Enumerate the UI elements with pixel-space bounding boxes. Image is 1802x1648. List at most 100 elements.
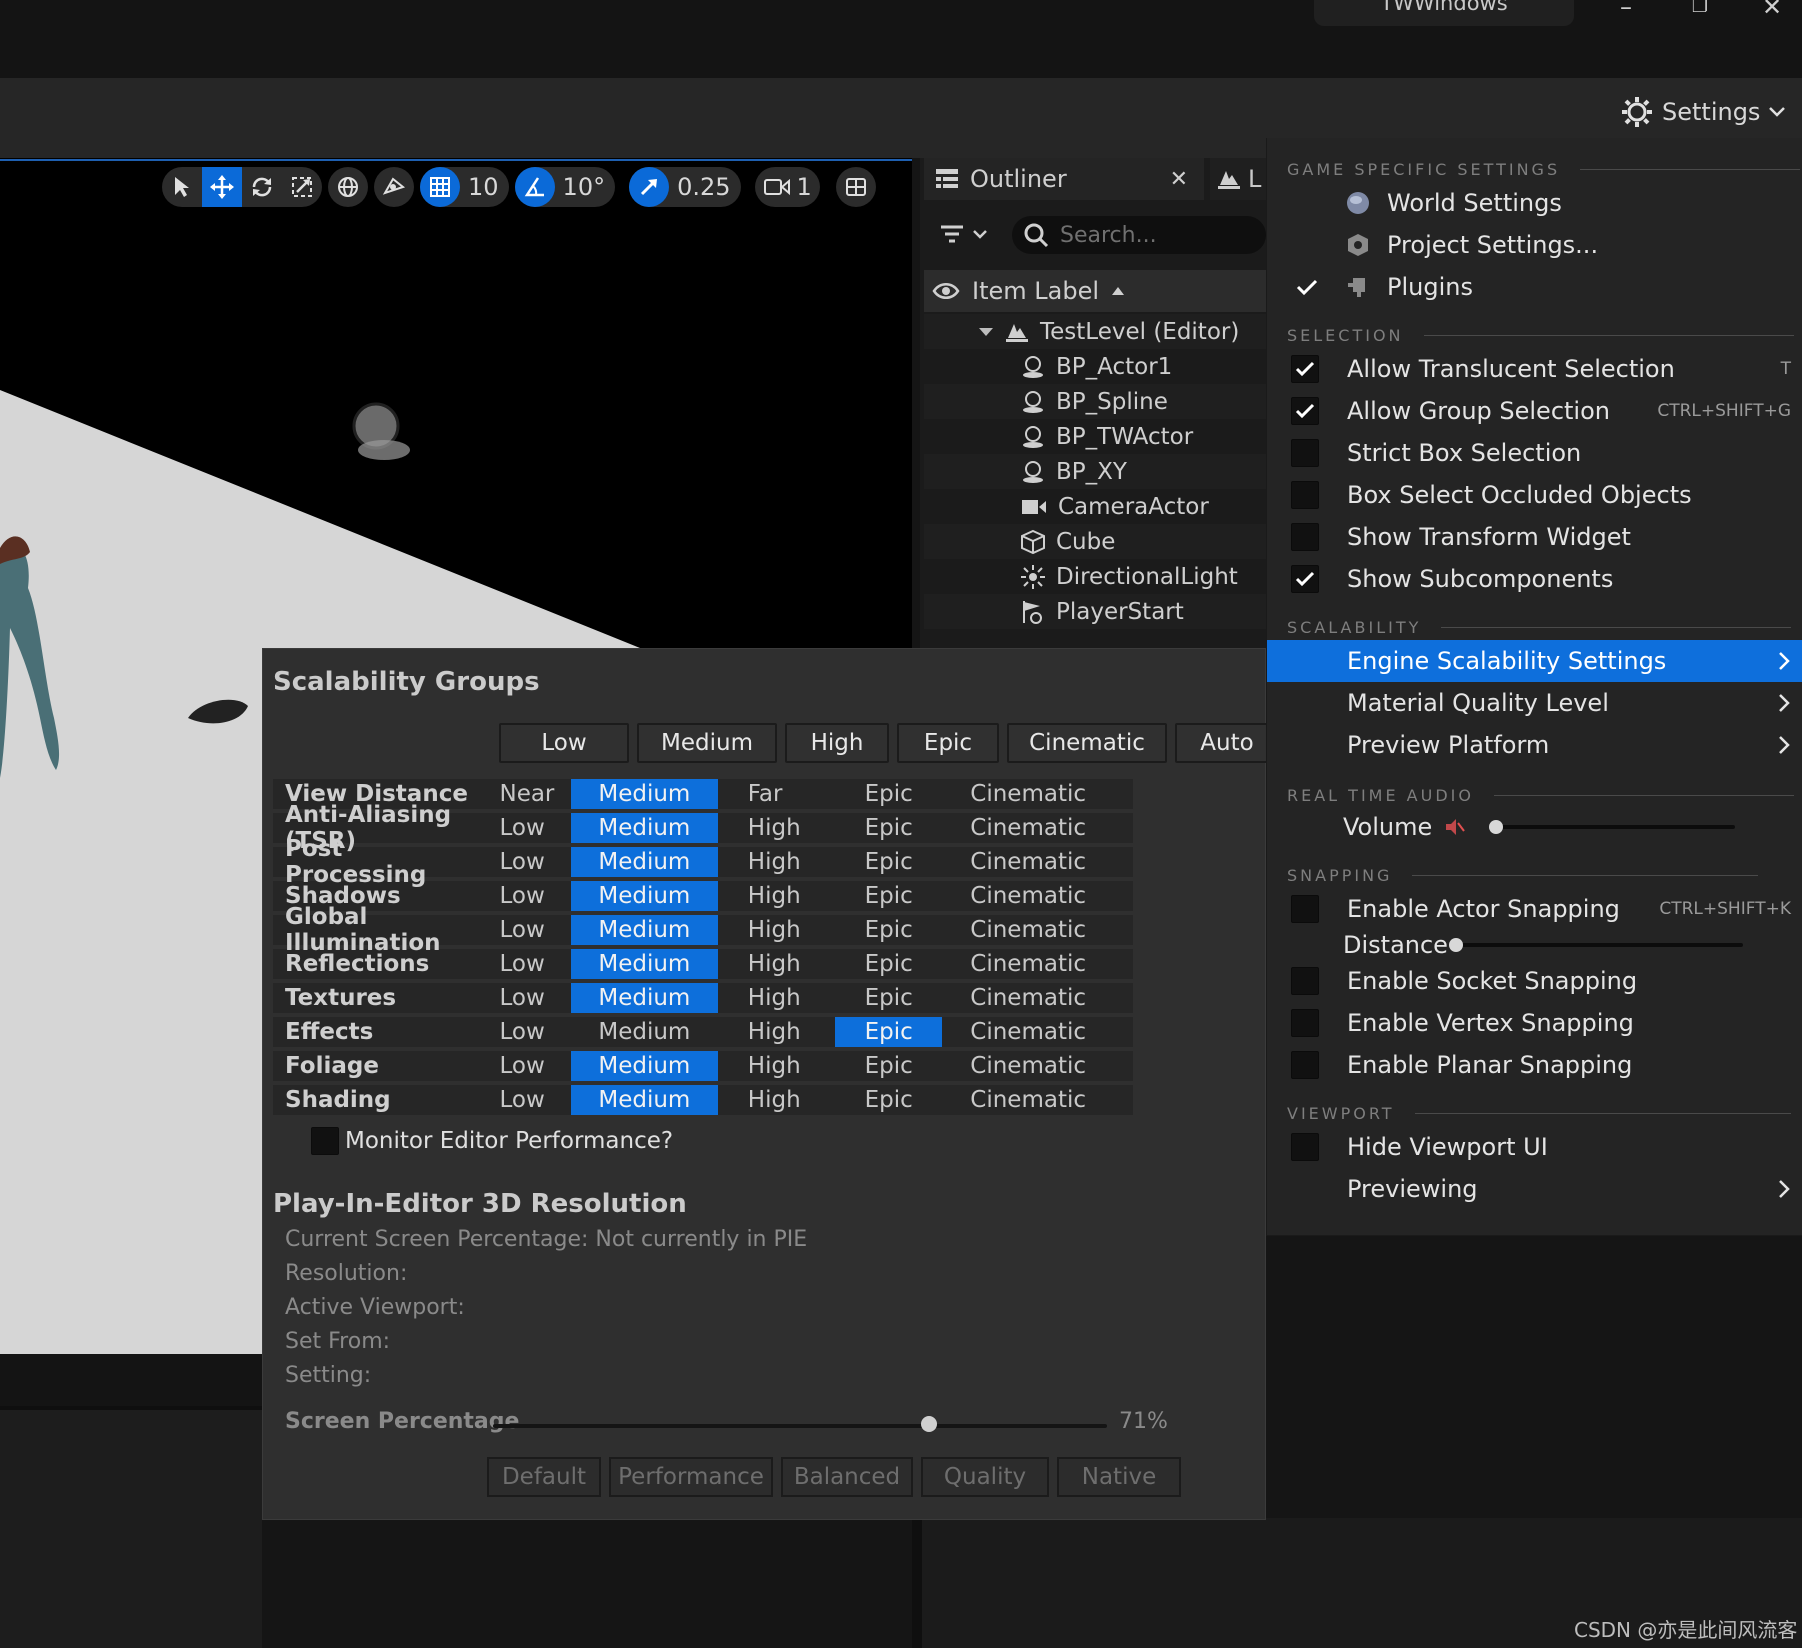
planar-snapping-checkbox[interactable] (1291, 1051, 1319, 1079)
quality-option-cinematic[interactable]: Cinematic (950, 983, 1133, 1013)
quality-option-epic[interactable]: Epic (835, 847, 942, 877)
menu-engine-scalability[interactable]: Engine Scalability Settings (1267, 640, 1802, 682)
quality-option-cinematic[interactable]: Cinematic (950, 847, 1133, 877)
quality-option-cinematic[interactable]: Cinematic (950, 1017, 1133, 1047)
preset-default-button[interactable]: Default (487, 1457, 601, 1497)
menu-allow-translucent-selection[interactable]: Allow Translucent Selection T (1267, 348, 1802, 390)
menu-box-select-occluded[interactable]: Box Select Occluded Objects (1267, 474, 1802, 516)
quality-option-high[interactable]: High (726, 1085, 835, 1115)
level-epic-button[interactable]: Epic (897, 723, 999, 763)
distance-slider[interactable] (1453, 943, 1743, 947)
quality-option-medium[interactable]: Medium (570, 813, 718, 843)
quality-option-medium[interactable]: Medium (570, 915, 718, 945)
quality-option-low[interactable]: Low (479, 983, 570, 1013)
quality-option-epic[interactable]: Epic (835, 949, 942, 979)
actor-snapping-checkbox[interactable] (1291, 895, 1319, 923)
scale-snap-group[interactable]: 0.25 (629, 167, 741, 207)
close-icon[interactable]: ✕ (1170, 167, 1188, 192)
level-low-button[interactable]: Low (499, 723, 629, 763)
camera-speed-button[interactable]: 1 (754, 167, 820, 207)
preset-performance-button[interactable]: Performance (609, 1457, 773, 1497)
menu-world-settings[interactable]: World Settings (1267, 182, 1802, 224)
tree-row-actor[interactable]: BP_Actor1 (924, 349, 1266, 384)
level-high-button[interactable]: High (785, 723, 889, 763)
rotation-snap-toggle[interactable] (514, 167, 555, 207)
preset-balanced-button[interactable]: Balanced (781, 1457, 913, 1497)
select-tool[interactable] (162, 167, 202, 207)
quality-option-medium[interactable]: Medium (570, 1085, 718, 1115)
quality-option-cinematic[interactable]: Cinematic (950, 1051, 1133, 1081)
eye-icon[interactable] (932, 281, 960, 301)
grid-snap-group[interactable]: 10 (420, 167, 509, 207)
menu-material-quality[interactable]: Material Quality Level (1267, 682, 1802, 724)
preset-native-button[interactable]: Native (1057, 1457, 1181, 1497)
surface-snapping-button[interactable] (374, 167, 414, 207)
quality-option-epic[interactable]: Epic (835, 779, 942, 809)
hide-viewport-ui-checkbox[interactable] (1291, 1133, 1319, 1161)
quality-option-high[interactable]: High (726, 915, 835, 945)
quality-option-high[interactable]: Far (726, 779, 835, 809)
menu-previewing[interactable]: Previewing (1267, 1168, 1802, 1210)
box-occluded-checkbox[interactable] (1291, 481, 1319, 509)
minimize-button[interactable]: – (1602, 0, 1650, 22)
quality-option-medium[interactable]: Medium (570, 847, 718, 877)
quality-option-cinematic[interactable]: Cinematic (950, 881, 1133, 911)
quality-option-low[interactable]: Low (479, 881, 570, 911)
menu-preview-platform[interactable]: Preview Platform (1267, 724, 1802, 766)
window-tab[interactable]: TWWindows (1314, 0, 1574, 26)
expand-arrow-icon[interactable] (978, 326, 994, 338)
show-subcomponents-checkbox[interactable] (1291, 565, 1319, 593)
quality-option-low[interactable]: Low (479, 1051, 570, 1081)
screen-percentage-slider-handle[interactable] (920, 1416, 937, 1432)
level-medium-button[interactable]: Medium (637, 723, 777, 763)
allow-translucent-checkbox[interactable] (1291, 355, 1319, 383)
quality-option-cinematic[interactable]: Cinematic (950, 915, 1133, 945)
quality-option-high[interactable]: High (726, 1051, 835, 1081)
quality-option-epic[interactable]: Epic (835, 1051, 942, 1081)
tree-row-actor[interactable]: BP_TWActor (924, 419, 1266, 454)
tree-row-actor[interactable]: DirectionalLight (924, 559, 1266, 594)
menu-enable-vertex-snapping[interactable]: Enable Vertex Snapping (1267, 1002, 1802, 1044)
menu-enable-socket-snapping[interactable]: Enable Socket Snapping (1267, 960, 1802, 1002)
quality-option-medium[interactable]: Medium (571, 1017, 718, 1047)
close-button[interactable]: ✕ (1748, 0, 1796, 22)
allow-group-checkbox[interactable] (1291, 397, 1319, 425)
quality-option-low[interactable]: Low (479, 813, 570, 843)
show-transform-checkbox[interactable] (1291, 523, 1319, 551)
volume-slider-handle[interactable] (1489, 820, 1503, 834)
menu-allow-group-selection[interactable]: Allow Group Selection CTRL+SHIFT+G (1267, 390, 1802, 432)
scale-tool[interactable] (282, 167, 322, 207)
quality-option-cinematic[interactable]: Cinematic (950, 779, 1133, 809)
quality-option-high[interactable]: High (726, 847, 835, 877)
vertex-snapping-checkbox[interactable] (1291, 1009, 1319, 1037)
quality-option-cinematic[interactable]: Cinematic (950, 949, 1133, 979)
tree-row-actor[interactable]: CameraActor (924, 489, 1266, 524)
quality-option-epic[interactable]: Epic (835, 1085, 942, 1115)
tree-row-actor[interactable]: BP_Spline (924, 384, 1266, 419)
settings-button[interactable]: Settings (1620, 92, 1786, 132)
filter-button[interactable] (938, 222, 988, 246)
rotate-tool[interactable] (242, 167, 282, 207)
quality-option-medium[interactable]: Medium (570, 881, 718, 911)
level-cinematic-button[interactable]: Cinematic (1007, 723, 1167, 763)
quality-option-epic[interactable]: Epic (835, 915, 942, 945)
monitor-performance-checkbox[interactable] (311, 1127, 339, 1155)
quality-option-medium[interactable]: Medium (570, 779, 718, 809)
restore-button[interactable]: ❐ (1676, 0, 1724, 22)
grid-snap-toggle[interactable] (420, 167, 460, 207)
tree-row-actor[interactable]: Cube (924, 524, 1266, 559)
quality-option-high[interactable]: High (726, 881, 835, 911)
menu-strict-box-selection[interactable]: Strict Box Selection (1267, 432, 1802, 474)
world-local-toggle[interactable] (328, 167, 368, 207)
quality-option-low[interactable]: Low (479, 915, 570, 945)
preset-quality-button[interactable]: Quality (921, 1457, 1049, 1497)
quality-option-medium[interactable]: Medium (570, 983, 718, 1013)
quality-option-low[interactable]: Near (479, 779, 570, 809)
quality-option-high[interactable]: High (726, 813, 835, 843)
outliner-column-header[interactable]: Item Label (924, 270, 1266, 312)
tree-row-actor[interactable]: PlayerStart (924, 594, 1266, 629)
quality-option-low[interactable]: Low (479, 1085, 570, 1115)
menu-project-settings[interactable]: Project Settings... (1267, 224, 1802, 266)
levels-tab[interactable]: L (1210, 158, 1266, 200)
monitor-performance-toggle[interactable]: Monitor Editor Performance? (311, 1127, 673, 1155)
